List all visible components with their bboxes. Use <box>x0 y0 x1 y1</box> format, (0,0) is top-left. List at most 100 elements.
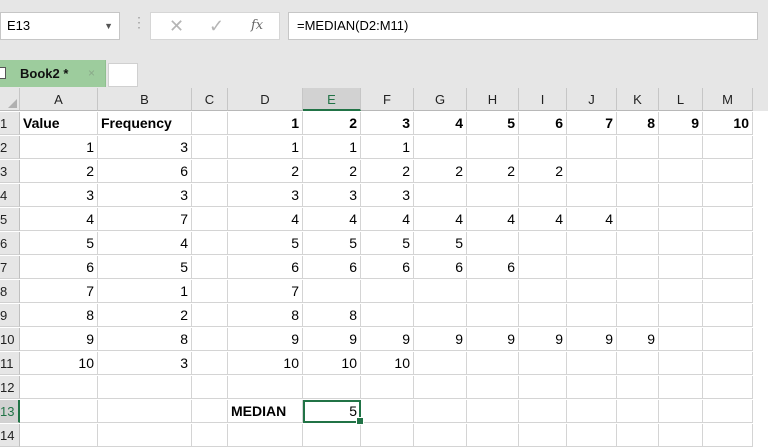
cell-k7[interactable] <box>617 256 659 279</box>
cell-j2[interactable] <box>567 136 617 159</box>
cell-m2[interactable] <box>703 136 753 159</box>
cell-g3[interactable]: 2 <box>414 160 467 183</box>
cell-f11[interactable]: 10 <box>361 352 414 375</box>
cell-g11[interactable] <box>414 352 467 375</box>
cell-d8[interactable]: 7 <box>228 280 303 303</box>
workbook-tab[interactable]: Book2 * × <box>0 60 106 87</box>
cell-i1[interactable]: 6 <box>519 112 567 135</box>
cell-m7[interactable] <box>703 256 753 279</box>
cell-m6[interactable] <box>703 232 753 255</box>
cell-m11[interactable] <box>703 352 753 375</box>
cell-a10[interactable]: 9 <box>20 328 98 351</box>
cell-f10[interactable]: 9 <box>361 328 414 351</box>
cell-l2[interactable] <box>659 136 703 159</box>
cell-k10[interactable]: 9 <box>617 328 659 351</box>
cell-b11[interactable]: 3 <box>98 352 192 375</box>
cell-f5[interactable]: 4 <box>361 208 414 231</box>
cell-e6[interactable]: 5 <box>303 232 361 255</box>
cell-a5[interactable]: 4 <box>20 208 98 231</box>
cell-h1[interactable]: 5 <box>467 112 519 135</box>
cell-j5[interactable]: 4 <box>567 208 617 231</box>
cell-g14[interactable] <box>414 424 467 447</box>
cell-d1[interactable]: 1 <box>228 112 303 135</box>
cell-j7[interactable] <box>567 256 617 279</box>
cell-g7[interactable]: 6 <box>414 256 467 279</box>
cell-f8[interactable] <box>361 280 414 303</box>
cell-k5[interactable] <box>617 208 659 231</box>
close-icon[interactable]: × <box>88 60 95 87</box>
column-header-c[interactable]: C <box>192 88 228 111</box>
cell-h6[interactable] <box>467 232 519 255</box>
cell-i10[interactable]: 9 <box>519 328 567 351</box>
cell-a3[interactable]: 2 <box>20 160 98 183</box>
cell-f12[interactable] <box>361 376 414 399</box>
column-header-m[interactable]: M <box>703 88 753 111</box>
cell-k4[interactable] <box>617 184 659 207</box>
cell-g13[interactable] <box>414 400 467 423</box>
cell-j13[interactable] <box>567 400 617 423</box>
cell-a2[interactable]: 1 <box>20 136 98 159</box>
column-header-k[interactable]: K <box>617 88 659 111</box>
cell-g5[interactable]: 4 <box>414 208 467 231</box>
cell-c2[interactable] <box>192 136 228 159</box>
cell-l4[interactable] <box>659 184 703 207</box>
cell-h12[interactable] <box>467 376 519 399</box>
cell-c11[interactable] <box>192 352 228 375</box>
cell-l1[interactable]: 9 <box>659 112 703 135</box>
cell-f4[interactable]: 3 <box>361 184 414 207</box>
cell-m4[interactable] <box>703 184 753 207</box>
cell-a11[interactable]: 10 <box>20 352 98 375</box>
cell-m14[interactable] <box>703 424 753 447</box>
cell-e2[interactable]: 1 <box>303 136 361 159</box>
cell-h4[interactable] <box>467 184 519 207</box>
cell-b2[interactable]: 3 <box>98 136 192 159</box>
cell-b8[interactable]: 1 <box>98 280 192 303</box>
cell-j11[interactable] <box>567 352 617 375</box>
cell-f9[interactable] <box>361 304 414 327</box>
cell-e3[interactable]: 2 <box>303 160 361 183</box>
cell-l7[interactable] <box>659 256 703 279</box>
cell-a7[interactable]: 6 <box>20 256 98 279</box>
cell-c4[interactable] <box>192 184 228 207</box>
cell-k12[interactable] <box>617 376 659 399</box>
cell-b10[interactable]: 8 <box>98 328 192 351</box>
cell-c8[interactable] <box>192 280 228 303</box>
cancel-icon[interactable]: ✕ <box>169 13 184 39</box>
cell-d12[interactable] <box>228 376 303 399</box>
row-header-14[interactable]: 14 <box>0 424 20 447</box>
cell-j9[interactable] <box>567 304 617 327</box>
cell-k3[interactable] <box>617 160 659 183</box>
cell-b9[interactable]: 2 <box>98 304 192 327</box>
cell-j10[interactable]: 9 <box>567 328 617 351</box>
cell-b1[interactable]: Frequency <box>98 112 192 135</box>
column-header-f[interactable]: F <box>361 88 414 111</box>
row-header-7[interactable]: 7 <box>0 256 20 279</box>
row-header-9[interactable]: 9 <box>0 304 20 327</box>
cell-e7[interactable]: 6 <box>303 256 361 279</box>
cell-g4[interactable] <box>414 184 467 207</box>
cell-i5[interactable]: 4 <box>519 208 567 231</box>
cell-d5[interactable]: 4 <box>228 208 303 231</box>
cell-f1[interactable]: 3 <box>361 112 414 135</box>
formula-input[interactable]: =MEDIAN(D2:M11) <box>288 12 758 40</box>
cell-m8[interactable] <box>703 280 753 303</box>
new-tab-button[interactable] <box>108 63 138 87</box>
cell-b14[interactable] <box>98 424 192 447</box>
column-header-e[interactable]: E <box>303 88 361 111</box>
row-header-12[interactable]: 12 <box>0 376 20 399</box>
cell-f13[interactable] <box>361 400 414 423</box>
cell-i3[interactable]: 2 <box>519 160 567 183</box>
row-header-10[interactable]: 10 <box>0 328 20 351</box>
name-box[interactable]: E13 ▼ <box>0 12 120 40</box>
cell-a14[interactable] <box>20 424 98 447</box>
cell-j8[interactable] <box>567 280 617 303</box>
cell-k14[interactable] <box>617 424 659 447</box>
cell-d6[interactable]: 5 <box>228 232 303 255</box>
cell-b13[interactable] <box>98 400 192 423</box>
cell-d9[interactable]: 8 <box>228 304 303 327</box>
cell-h2[interactable] <box>467 136 519 159</box>
cell-i11[interactable] <box>519 352 567 375</box>
cell-f14[interactable] <box>361 424 414 447</box>
cell-l5[interactable] <box>659 208 703 231</box>
cell-l10[interactable] <box>659 328 703 351</box>
